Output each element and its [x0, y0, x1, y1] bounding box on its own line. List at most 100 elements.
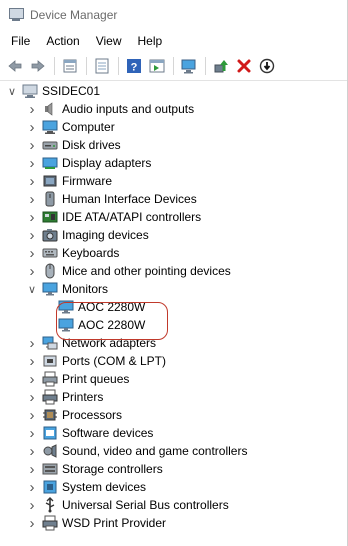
computer-root-icon — [22, 83, 38, 99]
tree-category-display-adapters[interactable]: › Display adapters — [0, 154, 348, 172]
chevron-right-icon[interactable]: › — [26, 172, 38, 190]
chevron-right-icon[interactable]: › — [26, 100, 38, 118]
category-label: Software devices — [62, 426, 154, 440]
tree-category-disk-drives[interactable]: › Disk drives — [0, 136, 348, 154]
category-label: Network adapters — [62, 336, 157, 350]
disable-device-button[interactable] — [256, 55, 278, 77]
chevron-right-icon[interactable]: › — [26, 226, 38, 244]
tree-category-printers[interactable]: › Printers — [0, 388, 348, 406]
tree-category-firmware[interactable]: › Firmware — [0, 172, 348, 190]
chevron-right-icon[interactable]: › — [26, 478, 38, 496]
chevron-right-icon[interactable]: › — [26, 208, 38, 226]
help-button[interactable]: ? — [123, 55, 145, 77]
chevron-right-icon[interactable]: › — [26, 118, 38, 136]
tree-category-audio-inputs-and-outputs[interactable]: › Audio inputs and outputs — [0, 100, 348, 118]
menu-file[interactable]: File — [6, 32, 35, 50]
toolbar-separator — [205, 57, 206, 75]
port-icon — [42, 353, 58, 369]
category-label: Display adapters — [62, 156, 152, 170]
chevron-right-icon[interactable]: › — [26, 190, 38, 208]
chevron-right-icon[interactable]: › — [26, 460, 38, 478]
chevron-right-icon[interactable]: › — [26, 370, 38, 388]
device-tree: ∨ SSIDEC01 › Audio inputs and outputs › Com… — [0, 82, 348, 532]
tree-root[interactable]: ∨ SSIDEC01 — [0, 82, 348, 100]
sound-controller-icon — [42, 443, 58, 459]
category-label: Universal Serial Bus controllers — [62, 498, 229, 512]
category-label: WSD Print Provider — [62, 516, 167, 530]
chevron-down-icon[interactable]: ∨ — [26, 280, 38, 298]
tree-category-processors[interactable]: › Processors — [0, 406, 348, 424]
chevron-right-icon[interactable]: › — [26, 262, 38, 280]
forward-button[interactable] — [27, 55, 49, 77]
storage-controller-icon — [42, 461, 58, 477]
scan-hardware-button[interactable] — [178, 55, 200, 77]
action-pane-button[interactable] — [146, 55, 168, 77]
chevron-right-icon[interactable]: › — [26, 334, 38, 352]
uninstall-button[interactable] — [233, 55, 255, 77]
forward-arrow-icon — [31, 60, 45, 72]
computer-icon — [42, 119, 58, 135]
chevron-right-icon[interactable]: › — [26, 406, 38, 424]
tree-category-ide-ata-atapi-controllers[interactable]: › IDE ATA/ATAPI controllers — [0, 208, 348, 226]
back-button[interactable] — [4, 55, 26, 77]
update-driver-button[interactable] — [210, 55, 232, 77]
category-label: Mice and other pointing devices — [62, 264, 231, 278]
tree-category-universal-serial-bus-controllers[interactable]: › Universal Serial Bus controllers — [0, 496, 348, 514]
display-adapter-icon — [42, 155, 58, 171]
chevron-right-icon[interactable]: › — [26, 514, 38, 532]
back-arrow-icon — [8, 60, 22, 72]
chevron-right-icon[interactable]: › — [26, 442, 38, 460]
speaker-icon — [42, 101, 58, 117]
menu-help[interactable]: Help — [133, 32, 168, 50]
menu-action[interactable]: Action — [41, 32, 84, 50]
system-device-icon — [42, 479, 58, 495]
menu-view[interactable]: View — [91, 32, 127, 50]
console-tree-button[interactable] — [91, 55, 113, 77]
device-manager-app-icon — [8, 8, 24, 22]
chevron-right-icon[interactable]: › — [26, 244, 38, 262]
scan-hardware-icon — [181, 59, 196, 74]
toolbar-separator — [173, 57, 174, 75]
category-label: Audio inputs and outputs — [62, 102, 195, 116]
chevron-right-icon[interactable]: › — [26, 424, 38, 442]
svg-text:?: ? — [131, 62, 138, 74]
tree-category-computer[interactable]: › Computer — [0, 118, 348, 136]
hid-icon — [42, 191, 58, 207]
properties-button[interactable] — [59, 55, 81, 77]
tree-device-monitor[interactable]: AOC 2280W — [0, 298, 348, 316]
tree-category-sound-video-and-game-controllers[interactable]: › Sound, video and game controllers — [0, 442, 348, 460]
chevron-right-icon[interactable]: › — [26, 388, 38, 406]
tree-category-imaging-devices[interactable]: › Imaging devices — [0, 226, 348, 244]
device-label: AOC 2280W — [78, 318, 146, 332]
tree-category-ports-com-lpt[interactable]: › Ports (COM & LPT) — [0, 352, 348, 370]
action-pane-icon — [149, 59, 165, 73]
chevron-right-icon[interactable]: › — [26, 136, 38, 154]
tree-category-mice-and-other-pointing-devices[interactable]: › Mice and other pointing devices — [0, 262, 348, 280]
chevron-right-icon[interactable]: › — [26, 352, 38, 370]
help-icon: ? — [127, 59, 141, 74]
tree-category-network-adapters[interactable]: › Network adapters — [0, 334, 348, 352]
category-label: IDE ATA/ATAPI controllers — [62, 210, 202, 224]
toolbar-separator — [54, 57, 55, 75]
device-manager-window: Device Manager File Action View Help ? ∨… — [0, 0, 348, 546]
chevron-right-icon[interactable]: › — [26, 154, 38, 172]
tree-category-human-interface-devices[interactable]: › Human Interface Devices — [0, 190, 348, 208]
processor-icon — [42, 407, 58, 423]
chevron-down-icon[interactable]: ∨ — [6, 82, 18, 100]
toolbar-separator — [118, 57, 119, 75]
tree-category-keyboards[interactable]: › Keyboards — [0, 244, 348, 262]
tree-category-system-devices[interactable]: › System devices — [0, 478, 348, 496]
disk-drive-icon — [42, 137, 58, 153]
title-bar: Device Manager — [0, 0, 347, 30]
tree-category-storage-controllers[interactable]: › Storage controllers — [0, 460, 348, 478]
tree-category-wsd-print-provider[interactable]: › WSD Print Provider — [0, 514, 348, 532]
category-label: Firmware — [62, 174, 112, 188]
category-label: Printers — [62, 390, 104, 404]
keyboard-icon — [42, 245, 58, 261]
tree-category-software-devices[interactable]: › Software devices — [0, 424, 348, 442]
category-label: Monitors — [62, 282, 109, 296]
tree-category-print-queues[interactable]: › Print queues — [0, 370, 348, 388]
tree-category-monitors[interactable]: ∨ Monitors — [0, 280, 348, 298]
tree-device-monitor[interactable]: AOC 2280W — [0, 316, 348, 334]
chevron-right-icon[interactable]: › — [26, 496, 38, 514]
